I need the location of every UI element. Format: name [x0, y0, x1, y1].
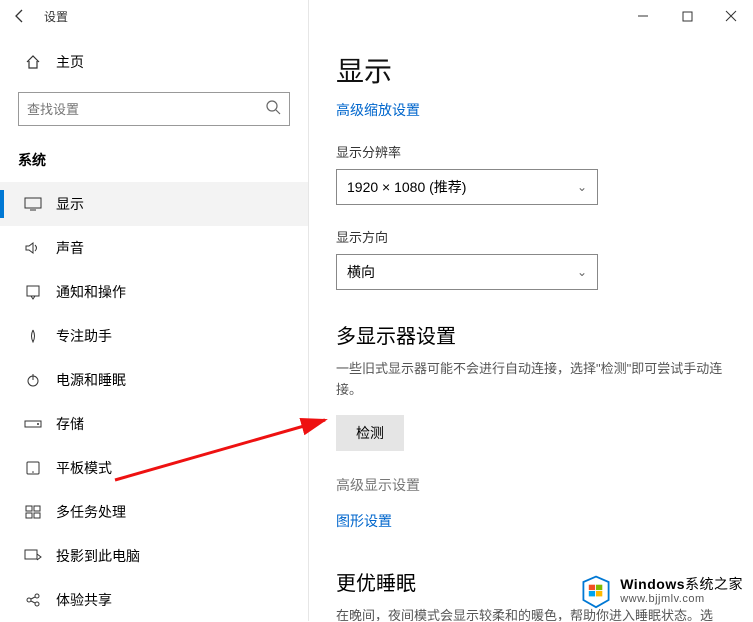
nav-item-tablet[interactable]: 平板模式: [0, 446, 308, 490]
nav-label: 声音: [56, 238, 84, 258]
nav-item-notifications[interactable]: 通知和操作: [0, 270, 308, 314]
resolution-label: 显示分辨率: [336, 142, 725, 161]
resolution-value: 1920 × 1080 (推荐): [347, 177, 466, 197]
back-button[interactable]: [0, 0, 40, 32]
nav-label: 专注助手: [56, 326, 112, 346]
page-heading: 显示: [336, 50, 725, 90]
home-link[interactable]: 主页: [0, 42, 308, 82]
nav-item-multitask[interactable]: 多任务处理: [0, 490, 308, 534]
nav-label: 存储: [56, 414, 84, 434]
watermark-line2: www.bjjmlv.com: [620, 593, 743, 605]
notification-icon: [24, 283, 42, 301]
nav-item-shared[interactable]: 体验共享: [0, 578, 308, 622]
watermark-line1: Windows系统之家: [620, 577, 743, 592]
nav-label: 体验共享: [56, 590, 112, 610]
windows-logo-icon: [578, 573, 614, 609]
detect-button[interactable]: 检测: [336, 415, 404, 451]
focus-icon: [24, 327, 42, 345]
resolution-select[interactable]: 1920 × 1080 (推荐) ⌄: [336, 169, 598, 205]
nav-label: 通知和操作: [56, 282, 126, 302]
home-icon: [24, 54, 42, 70]
power-icon: [24, 371, 42, 389]
project-icon: [24, 547, 42, 565]
maximize-button[interactable]: [665, 0, 709, 32]
orientation-value: 横向: [347, 262, 375, 282]
app-title: 设置: [44, 8, 68, 25]
nav-item-projecting[interactable]: 投影到此电脑: [0, 534, 308, 578]
watermark: Windows系统之家 www.bjjmlv.com: [578, 573, 743, 609]
sound-icon: [24, 239, 42, 257]
graphics-settings-link[interactable]: 图形设置: [336, 511, 725, 531]
search-input[interactable]: [27, 102, 265, 117]
multitask-icon: [24, 503, 42, 521]
nav-label: 投影到此电脑: [56, 546, 140, 566]
storage-icon: [24, 415, 42, 433]
chevron-down-icon: ⌄: [577, 180, 587, 194]
content-area: 显示 高级缩放设置 显示分辨率 1920 × 1080 (推荐) ⌄ 显示方向 …: [308, 32, 753, 621]
advanced-display-link[interactable]: 高级显示设置: [336, 475, 725, 495]
minimize-button[interactable]: [621, 0, 665, 32]
nav-item-power[interactable]: 电源和睡眠: [0, 358, 308, 402]
search-icon: [265, 99, 281, 120]
multi-display-heading: 多显示器设置: [336, 320, 725, 349]
search-box[interactable]: [18, 92, 290, 126]
nav-item-sound[interactable]: 声音: [0, 226, 308, 270]
share-icon: [24, 591, 42, 609]
multi-display-desc: 一些旧式显示器可能不会进行自动连接，选择"检测"即可尝试手动连接。: [336, 359, 725, 401]
nav-label: 电源和睡眠: [56, 370, 126, 390]
nav-item-display[interactable]: 显示: [0, 182, 308, 226]
display-icon: [24, 195, 42, 213]
nav-label: 多任务处理: [56, 502, 126, 522]
nav-item-storage[interactable]: 存储: [0, 402, 308, 446]
section-label: 系统: [0, 126, 308, 182]
tablet-icon: [24, 459, 42, 477]
home-label: 主页: [56, 52, 84, 72]
nav-label: 显示: [56, 194, 84, 214]
advanced-scaling-link[interactable]: 高级缩放设置: [336, 100, 420, 120]
close-button[interactable]: [709, 0, 753, 32]
orientation-label: 显示方向: [336, 227, 725, 246]
chevron-down-icon: ⌄: [577, 265, 587, 279]
nav-label: 平板模式: [56, 458, 112, 478]
orientation-select[interactable]: 横向 ⌄: [336, 254, 598, 290]
divider: [308, 0, 309, 621]
nav-item-focus[interactable]: 专注助手: [0, 314, 308, 358]
sidebar: 主页 系统 显示 声音 通知和操作: [0, 32, 308, 621]
